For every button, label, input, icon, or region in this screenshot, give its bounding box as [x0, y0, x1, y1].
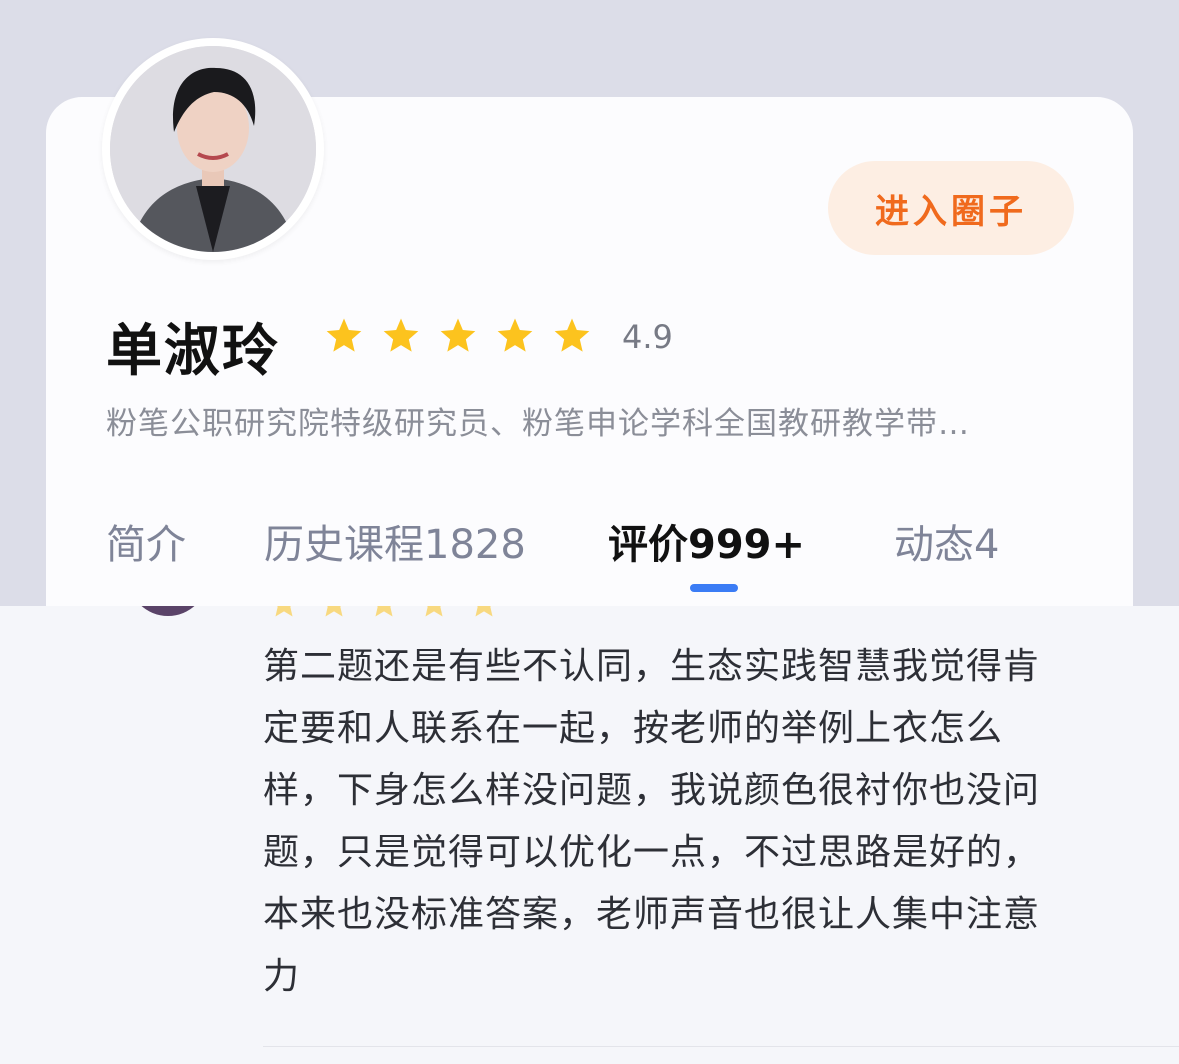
- tab-reviews[interactable]: 评价999+: [608, 512, 805, 570]
- teacher-rating-value: 4.9: [622, 318, 673, 356]
- star-icon: [425, 606, 443, 617]
- star-icon: [275, 606, 293, 617]
- star-icon: [475, 606, 493, 617]
- star-icon: [554, 318, 590, 352]
- star-icon: [325, 606, 343, 617]
- join-circle-button[interactable]: 进入圈子: [828, 161, 1074, 255]
- tab-course-history[interactable]: 历史课程1828: [264, 512, 526, 570]
- teacher-name: 单淑玲: [106, 319, 280, 384]
- reviewer-avatar[interactable]: [128, 606, 208, 616]
- tab-intro[interactable]: 简介: [106, 512, 186, 570]
- review-list: 第二题还是有些不认同，生态实践智慧我觉得肯定要和人联系在一起，按老师的举例上衣怎…: [0, 606, 1179, 1064]
- review-divider: [263, 1046, 1179, 1047]
- teacher-description[interactable]: 粉笔公职研究院特级研究员、粉笔申论学科全国教研教学带…: [106, 398, 1076, 443]
- tab-activity[interactable]: 动态4: [894, 512, 999, 570]
- teacher-rating-stars: [324, 316, 609, 356]
- star-icon: [375, 606, 393, 617]
- teacher-avatar[interactable]: [102, 38, 324, 260]
- star-icon: [383, 318, 419, 352]
- review-rating-stars: [268, 606, 518, 620]
- star-icon: [440, 318, 476, 352]
- active-tab-indicator: [690, 584, 738, 592]
- review-text: 第二题还是有些不认同，生态实践智慧我觉得肯定要和人联系在一起，按老师的举例上衣怎…: [263, 646, 1041, 997]
- star-icon: [497, 318, 533, 352]
- star-icon: [326, 318, 362, 352]
- avatar-photo: [110, 46, 316, 252]
